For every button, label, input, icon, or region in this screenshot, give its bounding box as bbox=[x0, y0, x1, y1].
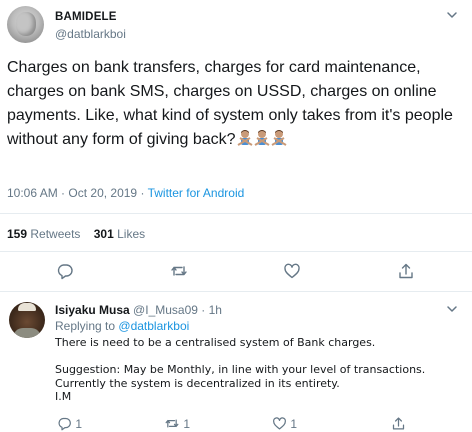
reply-icon[interactable] bbox=[56, 262, 74, 280]
reply-header: Isiyaku Musa @I_Musa09 · 1h bbox=[55, 303, 222, 317]
man-gesturing-no-emoji bbox=[237, 130, 253, 146]
retweets-stat[interactable]: 159 Retweets bbox=[7, 227, 80, 241]
tweet-stats: 159 Retweets 301 Likes bbox=[7, 227, 145, 241]
replying-to-link[interactable]: @datblarkboi bbox=[118, 319, 189, 333]
divider bbox=[0, 213, 472, 214]
reply-handle[interactable]: @I_Musa09 bbox=[133, 303, 198, 317]
tweet-text: Charges on bank transfers, charges for c… bbox=[7, 56, 467, 152]
man-gesturing-no-emoji bbox=[254, 130, 270, 146]
reply-icon bbox=[58, 417, 71, 431]
tweet-source-link[interactable]: Twitter for Android bbox=[148, 186, 245, 200]
main-tweet: BAMIDELE @datblarkboi Charges on bank tr… bbox=[0, 0, 472, 290]
retweet-icon[interactable] bbox=[170, 262, 188, 280]
man-gesturing-no-emoji bbox=[271, 130, 287, 146]
reply-line: There is need to be a centralised system… bbox=[55, 336, 376, 349]
divider bbox=[0, 251, 472, 252]
tweet-date[interactable]: Oct 20, 2019 bbox=[68, 186, 137, 200]
meta-separator: · bbox=[140, 186, 145, 200]
replying-label: Replying to bbox=[55, 319, 116, 333]
reply-retweet-action[interactable]: 1 bbox=[164, 416, 190, 432]
author-display-name[interactable]: BAMIDELE bbox=[55, 11, 117, 23]
retweets-count: 159 bbox=[7, 227, 28, 241]
tweet-meta: 10:06 AM · Oct 20, 2019 · Twitter for An… bbox=[7, 186, 244, 200]
tweet-body: Charges on bank transfers, charges for c… bbox=[7, 59, 453, 148]
likes-stat[interactable]: 301 Likes bbox=[94, 227, 145, 241]
retweets-label: Retweets bbox=[30, 227, 81, 241]
reply-age[interactable]: 1h bbox=[209, 303, 222, 317]
likes-count: 301 bbox=[93, 227, 114, 241]
reply-separator: · bbox=[201, 303, 206, 317]
reply-like-action[interactable]: 1 bbox=[272, 416, 297, 432]
replying-to: Replying to @datblarkboi bbox=[55, 319, 189, 333]
meta-separator: · bbox=[61, 186, 66, 200]
chevron-down-icon[interactable] bbox=[446, 304, 458, 314]
tweet-time[interactable]: 10:06 AM bbox=[7, 186, 58, 200]
reply-reply-action[interactable]: 1 bbox=[57, 416, 82, 432]
reply-retweet-count: 1 bbox=[183, 417, 191, 431]
reply-like-count: 1 bbox=[290, 417, 298, 431]
share-icon[interactable] bbox=[397, 262, 415, 280]
share-icon bbox=[392, 417, 405, 430]
reply-line: Currently the system is decentralized in… bbox=[55, 376, 340, 390]
reply-display-name[interactable]: Isiyaku Musa bbox=[55, 303, 130, 317]
author-avatar[interactable] bbox=[7, 6, 44, 43]
reply-blank-line bbox=[55, 350, 465, 364]
like-icon[interactable] bbox=[283, 262, 301, 280]
author-handle[interactable]: @datblarkboi bbox=[55, 27, 126, 41]
reply-tweet[interactable]: Isiyaku Musa @I_Musa09 · 1h Replying to … bbox=[0, 292, 472, 431]
reply-share-action[interactable] bbox=[391, 416, 406, 432]
reply-text: There is need to be a centralised system… bbox=[55, 336, 465, 404]
reply-line: I.M bbox=[55, 390, 72, 403]
retweet-icon bbox=[165, 419, 179, 428]
emoji-row bbox=[236, 130, 287, 148]
reply-line: Suggestion: May be Monthly, in line with… bbox=[55, 363, 426, 376]
like-icon bbox=[273, 417, 286, 430]
reply-avatar[interactable] bbox=[9, 302, 45, 338]
chevron-down-icon[interactable] bbox=[446, 10, 458, 20]
reply-count: 1 bbox=[75, 417, 83, 431]
likes-label: Likes bbox=[117, 227, 146, 241]
tweet-actions bbox=[0, 262, 472, 282]
